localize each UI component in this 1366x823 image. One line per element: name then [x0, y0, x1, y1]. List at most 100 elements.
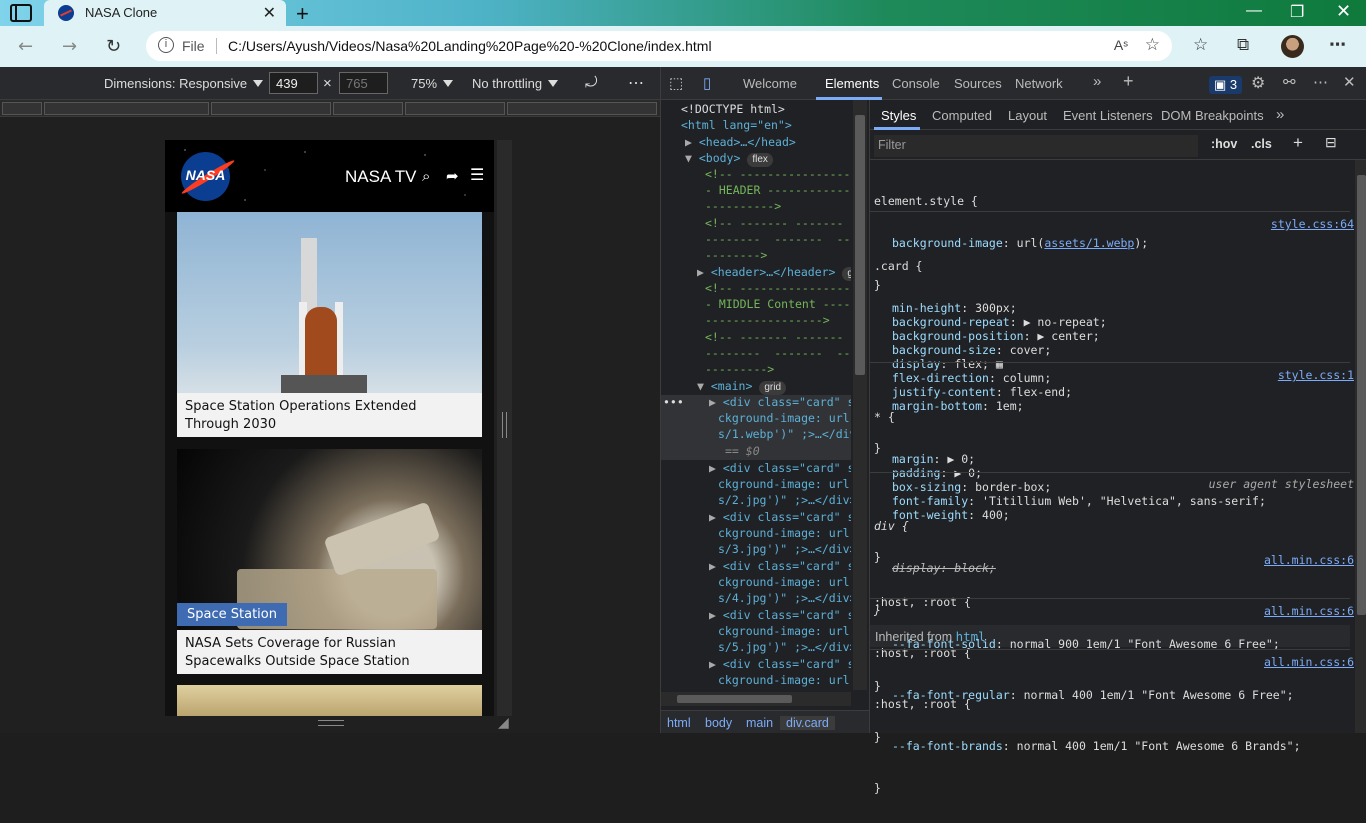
news-card[interactable]: Space Station Operations Extended Throug… [177, 212, 482, 437]
customize-icon[interactable]: ⚯ [1283, 73, 1296, 91]
css-value[interactable]: 300px; [975, 301, 1017, 315]
css-declaration[interactable]: background-position: ▶ center; [892, 329, 1354, 343]
tab-dom-breakpoints[interactable]: DOM Breakpoints [1161, 108, 1264, 123]
source-link[interactable]: style.css:64 [1271, 217, 1354, 231]
menu-icon[interactable]: ☰ [470, 165, 484, 184]
dom-line[interactable]: ckground-image: url( [718, 575, 851, 589]
hov-toggle[interactable]: :hov [1211, 137, 1237, 151]
tab-network[interactable]: Network [1015, 76, 1063, 91]
forward-icon[interactable]: → [62, 36, 77, 57]
cls-toggle[interactable]: .cls [1251, 137, 1272, 151]
close-devtools-icon[interactable]: ✕ [1343, 73, 1356, 91]
news-card[interactable] [177, 685, 482, 716]
read-aloud-icon[interactable]: Aˢ [1114, 37, 1128, 53]
devtools-more-icon[interactable]: ⋯ [1313, 73, 1328, 91]
dom-line[interactable]: s/5.jpg')" ;>…</div> [718, 640, 851, 654]
crumb-div-card[interactable]: div.card [780, 716, 835, 730]
browser-tab[interactable]: NASA Clone ✕ [44, 0, 286, 26]
tab-elements[interactable]: Elements [825, 76, 879, 91]
rotate-icon[interactable]: ⤾ [585, 74, 598, 91]
dom-line[interactable]: ▶ <div class="card" st [709, 461, 851, 475]
news-card[interactable]: Space Station NASA Sets Coverage for Rus… [177, 449, 482, 674]
more-tabs-icon[interactable]: » [1276, 106, 1284, 123]
crumb-main[interactable]: main [746, 716, 773, 730]
source-link[interactable]: all.min.css:6 [1264, 655, 1354, 669]
nasa-tv-link[interactable]: NASA TV [345, 167, 417, 187]
card-caption[interactable]: NASA Sets Coverage for Russian Spacewalk… [177, 630, 482, 674]
dom-line-selected[interactable]: ▶ <div class="card" st [709, 395, 851, 409]
source-link[interactable]: all.min.css:6 [1264, 553, 1354, 567]
tab-event-listeners[interactable]: Event Listeners [1063, 108, 1153, 123]
css-value[interactable]: cover; [1010, 343, 1052, 357]
info-icon[interactable]: i [158, 37, 174, 53]
dom-line[interactable]: <html lang="en"> [681, 118, 792, 132]
card-caption[interactable]: Space Station Operations Extended Throug… [177, 393, 482, 437]
dom-line[interactable]: s/1.webp')" ;>…</div [718, 427, 851, 441]
ruler-segment[interactable] [507, 102, 657, 115]
throttling-dropdown[interactable]: No throttling [472, 76, 559, 91]
dom-line[interactable]: ▼ <main> grid [697, 379, 787, 395]
resize-handle-right[interactable] [497, 140, 512, 716]
settings-icon[interactable]: ⚙ [1251, 73, 1265, 93]
dom-more-icon[interactable]: ••• [663, 395, 684, 409]
tab-styles[interactable]: Styles [881, 108, 916, 123]
more-tabs-icon[interactable]: » [1093, 73, 1101, 90]
nasa-logo[interactable]: NASA [181, 152, 230, 201]
search-icon[interactable]: ⌕ [422, 167, 430, 185]
css-property[interactable]: background-repeat [892, 315, 1010, 329]
resize-corner-icon[interactable]: ◢ [498, 715, 509, 731]
ruler-segment[interactable] [211, 102, 331, 115]
crumb-html[interactable]: html [667, 716, 691, 730]
css-value[interactable]: ▶ 0; [947, 452, 975, 466]
css-property[interactable]: background-position [892, 329, 1024, 343]
dom-line[interactable]: <!DOCTYPE html> [681, 102, 785, 116]
url-text[interactable]: C:/Users/Ayush/Videos/Nasa%20Landing%20P… [228, 38, 712, 54]
css-declaration[interactable]: min-height: 300px; [892, 301, 1354, 315]
css-property[interactable]: min-height [892, 301, 961, 315]
crumb-body[interactable]: body [705, 716, 732, 730]
collections-icon[interactable]: ⧉ [1237, 35, 1249, 55]
share-icon[interactable]: ➦ [446, 167, 459, 185]
dom-line[interactable]: ckground-image: url( [718, 624, 851, 638]
tab-sources[interactable]: Sources [954, 76, 1002, 91]
zoom-dropdown[interactable]: 75% [411, 76, 454, 91]
device-toggle-icon[interactable]: ▯ [703, 74, 711, 92]
height-input[interactable]: 765 [339, 72, 388, 94]
add-tab-icon[interactable]: + [1123, 71, 1134, 92]
dom-line[interactable]: ckground-image: url( [718, 673, 851, 687]
css-declaration[interactable]: background-size: cover; [892, 343, 1354, 357]
add-favorite-icon[interactable]: ☆ [1145, 35, 1160, 55]
restore-icon[interactable]: ❐ [1290, 2, 1304, 22]
tab-layout[interactable]: Layout [1008, 108, 1047, 123]
resize-handle-bottom[interactable] [318, 720, 344, 726]
css-property[interactable]: margin [892, 452, 934, 466]
close-window-icon[interactable]: ✕ [1336, 1, 1351, 22]
css-value[interactable]: ▶ no-repeat; [1024, 315, 1107, 329]
dom-line[interactable]: ▶ <head>…</head> [685, 135, 796, 149]
dom-line[interactable]: ▶ <header>…</header> grid [697, 265, 851, 281]
filter-input[interactable]: Filter [874, 135, 1198, 157]
device-more-icon[interactable]: ⋯ [628, 73, 644, 93]
new-rule-icon[interactable]: + [1293, 133, 1303, 153]
dom-hscrollbar[interactable] [661, 692, 851, 706]
dom-line[interactable]: ckground-image: url( [718, 477, 851, 491]
source-link[interactable]: style.css:1 [1278, 368, 1354, 382]
ruler-segment[interactable] [405, 102, 505, 115]
css-value[interactable]: ▶ center; [1037, 329, 1099, 343]
ruler-segment[interactable] [333, 102, 403, 115]
dom-line[interactable]: ▶ <div class="card" st [709, 559, 851, 573]
dom-line[interactable]: s/2.jpg')" ;>…</div> [718, 493, 851, 507]
css-declaration[interactable]: background-repeat: ▶ no-repeat; [892, 315, 1354, 329]
dom-line[interactable]: ▶ <div class="card" st [709, 608, 851, 622]
dom-line[interactable]: ▶ <div class="card" st [709, 657, 851, 671]
toggle-sidebar-icon[interactable]: ⊟ [1325, 134, 1337, 151]
ruler-segment[interactable] [2, 102, 42, 115]
tab-actions-icon[interactable] [10, 4, 32, 22]
dom-line[interactable]: s/4.jpg')" ;>…</div> [718, 591, 851, 605]
width-input[interactable]: 439 [269, 72, 318, 94]
dom-line[interactable]: ▼ <body> flex [685, 151, 773, 167]
rule-host-root[interactable]: all.min.css:6 :host, :root { --fa-font-b… [874, 655, 1354, 823]
refresh-icon[interactable]: ↻ [106, 36, 121, 57]
minimize-icon[interactable]: — [1246, 2, 1262, 20]
address-bar[interactable]: i File C:/Users/Ayush/Videos/Nasa%20Land… [146, 31, 1172, 61]
